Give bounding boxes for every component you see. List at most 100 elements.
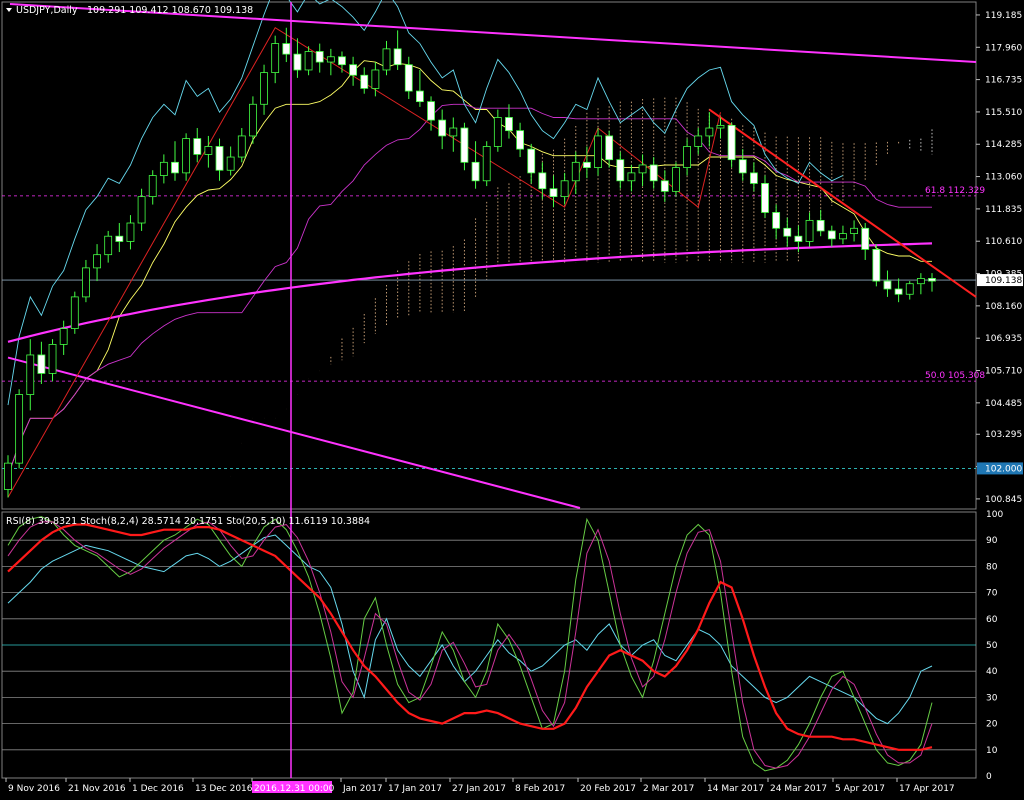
candle-body xyxy=(627,172,636,182)
candle-body xyxy=(315,51,324,63)
candle-body xyxy=(282,43,291,55)
candle-body xyxy=(727,124,736,161)
candle-body xyxy=(304,51,313,71)
price-tick-label: 115.510 xyxy=(985,108,1022,118)
candle-body xyxy=(672,167,680,192)
candle-body xyxy=(260,72,268,105)
price-tick-label: 110.610 xyxy=(985,237,1022,247)
candle-body xyxy=(371,69,380,89)
candle-body xyxy=(349,64,358,76)
candle-body xyxy=(182,138,191,174)
candle-body xyxy=(560,180,569,198)
candle-body xyxy=(594,135,602,169)
candle-body xyxy=(649,164,658,182)
candle-body xyxy=(215,146,224,171)
candle-body xyxy=(683,146,691,169)
candle-body xyxy=(928,278,936,282)
osc-tick-label: 30 xyxy=(986,693,998,703)
candle-body xyxy=(193,138,202,155)
candle-body xyxy=(772,212,781,229)
date-tick-label: 24 Mar 2017 xyxy=(770,784,827,794)
candle-body xyxy=(4,462,12,490)
candle-body xyxy=(883,280,892,290)
fib-label-500: 50.0 105.308 xyxy=(925,371,985,381)
price-panel xyxy=(1,1,977,510)
candle-body xyxy=(137,196,146,224)
candle-body xyxy=(471,161,480,182)
price-tick-label: 106.935 xyxy=(985,334,1022,344)
candle-body xyxy=(738,159,747,174)
candle-body xyxy=(716,124,725,129)
candle-body xyxy=(571,161,580,182)
osc-tick-label: 0 xyxy=(986,772,992,782)
osc-tick-label: 10 xyxy=(986,746,998,756)
candle-body xyxy=(516,130,524,150)
date-tick-label: 9 Nov 2016 xyxy=(8,784,60,794)
candle-body xyxy=(70,296,79,329)
candle-body xyxy=(582,161,591,169)
date-tick-label: 14 Mar 2017 xyxy=(707,784,764,794)
candle-body xyxy=(393,48,402,66)
date-tick-label: Jan 2017 xyxy=(342,784,383,794)
candle-body xyxy=(761,183,769,213)
date-tick-label: 13 Dec 2016 xyxy=(195,784,253,794)
chart-header: USDJPY,Daily 109.291 109.412 108.670 109… xyxy=(6,5,253,16)
candle-body xyxy=(872,249,881,282)
price-tick-label: 103.295 xyxy=(985,430,1022,440)
candle-body xyxy=(115,235,124,242)
candle-body xyxy=(805,219,814,242)
candle-body xyxy=(894,288,903,295)
fib-label-618: 61.8 112.329 xyxy=(925,186,985,196)
candle-body xyxy=(549,188,558,198)
candle-body xyxy=(416,90,424,103)
candle-body xyxy=(104,235,113,256)
price-tick-label: 104.485 xyxy=(985,399,1022,409)
candle-body xyxy=(861,227,870,250)
candle-body xyxy=(538,172,547,190)
candle-body xyxy=(905,283,914,295)
candle-body xyxy=(527,148,536,174)
candle-body xyxy=(171,161,179,174)
candle-body xyxy=(749,172,758,184)
price-tick-label: 100.845 xyxy=(985,495,1022,505)
candle-body xyxy=(59,328,68,345)
candle-body xyxy=(326,56,335,63)
candle-body xyxy=(638,164,647,174)
candle-body xyxy=(460,127,469,163)
date-tick-label: 5 Apr 2017 xyxy=(835,784,885,794)
price-tick-label: 108.160 xyxy=(985,302,1022,312)
price-tick-label: 119.185 xyxy=(985,11,1022,21)
date-tick-label: 17 Jan 2017 xyxy=(388,784,442,794)
date-tick-label: 8 Feb 2017 xyxy=(515,784,565,794)
oscillator-header: RSI(8) 39.8321 Stoch(8,2,4) 28.5714 20.1… xyxy=(6,516,370,527)
candle-body xyxy=(616,159,625,182)
candle-body xyxy=(93,254,101,269)
candle-body xyxy=(694,135,703,147)
candle-body xyxy=(226,156,235,171)
date-tick-label: 1 Dec 2016 xyxy=(132,784,184,794)
date-axis: 9 Nov 2016 21 Nov 2016 1 Dec 2016 13 Dec 20… xyxy=(5,778,955,794)
price-tick-label: 116.735 xyxy=(985,76,1022,86)
candle-body xyxy=(148,175,157,198)
ohlc-label: 109.291 109.412 108.670 109.138 xyxy=(87,5,253,16)
candle-body xyxy=(482,146,491,182)
candle-body xyxy=(827,230,836,240)
candle-body xyxy=(705,127,714,137)
osc-tick-label: 90 xyxy=(986,536,998,546)
price-tick-label: 117.960 xyxy=(985,43,1022,53)
price-tick-label: 111.835 xyxy=(985,205,1022,215)
candle-body xyxy=(794,235,803,242)
date-tick-label: 2 Mar 2017 xyxy=(643,784,694,794)
candle-body xyxy=(237,135,246,158)
candle-body xyxy=(159,161,168,176)
candle-body xyxy=(493,117,502,147)
candle-body xyxy=(505,117,513,132)
candle-body xyxy=(449,127,458,137)
candle-body xyxy=(338,56,346,66)
candle-body xyxy=(15,394,24,464)
oscillator-axis: 1009080706050403020100 xyxy=(986,510,1003,782)
candle-body xyxy=(839,233,847,240)
osc-tick-label: 20 xyxy=(986,720,998,730)
osc-tick-label: 70 xyxy=(986,589,998,599)
osc-tick-label: 60 xyxy=(986,615,998,625)
